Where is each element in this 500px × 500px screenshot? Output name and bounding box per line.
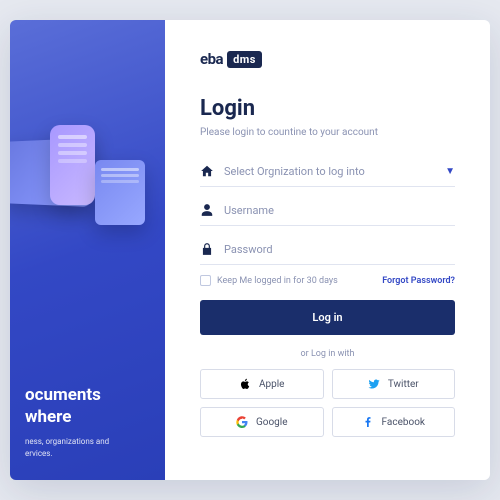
username-placeholder: Username [224, 204, 455, 217]
brand-logo: eba dms [200, 50, 455, 68]
twitter-login-button[interactable]: Twitter [332, 369, 456, 399]
apple-login-button[interactable]: Apple [200, 369, 324, 399]
apple-icon [239, 378, 251, 390]
logo-text-eba: eba [200, 50, 223, 68]
twitter-label: Twitter [388, 379, 419, 390]
facebook-label: Facebook [382, 417, 425, 428]
login-card: ocuments where ness, organizations and e… [10, 20, 490, 480]
facebook-login-button[interactable]: Facebook [332, 407, 456, 437]
keep-logged-label: Keep Me logged in for 30 days [217, 276, 338, 286]
password-input[interactable]: Password [200, 234, 455, 265]
login-panel: eba dms Login Please login to countine t… [165, 20, 490, 480]
checkbox-box [200, 275, 211, 286]
login-button[interactable]: Log in [200, 300, 455, 335]
page-subtitle: Please login to countine to your account [200, 127, 455, 138]
user-icon [200, 203, 214, 217]
google-login-button[interactable]: Google [200, 407, 324, 437]
apple-label: Apple [259, 379, 285, 390]
lock-icon [200, 242, 214, 256]
password-placeholder: Password [224, 243, 455, 256]
organization-select[interactable]: Select Orgnization to log into ▼ [200, 156, 455, 187]
username-input[interactable]: Username [200, 195, 455, 226]
social-login-grid: Apple Twitter Google Facebook [200, 369, 455, 437]
keep-logged-checkbox[interactable]: Keep Me logged in for 30 days [200, 275, 338, 286]
page-title: Login [200, 96, 455, 121]
hero-subtitle: ness, organizations and ervices. [25, 436, 150, 460]
forgot-password-link[interactable]: Forgot Password? [382, 276, 455, 286]
chevron-down-icon: ▼ [445, 166, 455, 177]
google-icon [236, 416, 248, 428]
hero-title: ocuments where [25, 384, 150, 428]
hero-panel: ocuments where ness, organizations and e… [10, 20, 165, 480]
organization-placeholder: Select Orgnization to log into [224, 165, 445, 178]
logo-text-dms: dms [227, 51, 262, 68]
google-label: Google [256, 417, 288, 428]
devices-illustration [10, 110, 180, 260]
facebook-icon [362, 416, 374, 428]
twitter-icon [368, 378, 380, 390]
home-icon [200, 164, 214, 178]
or-divider: or Log in with [200, 349, 455, 359]
